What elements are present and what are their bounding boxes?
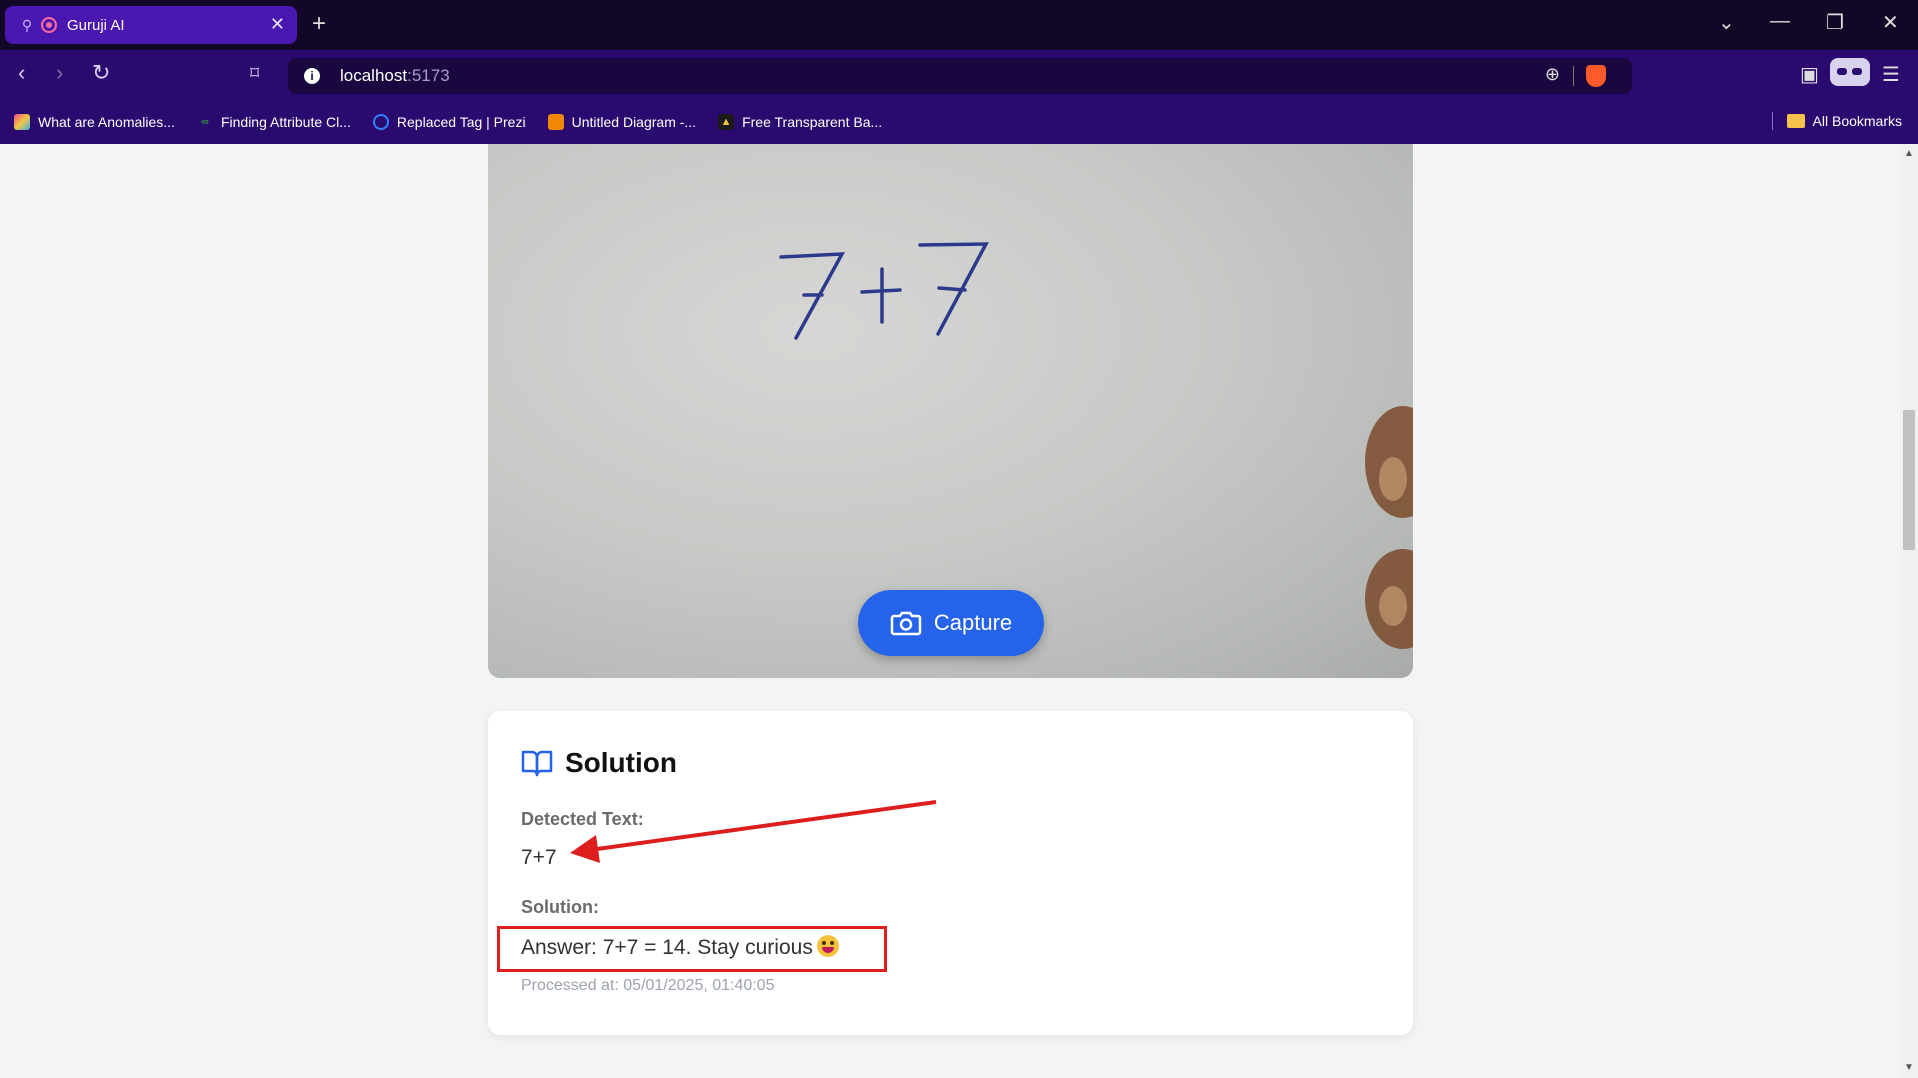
bookmark-icon[interactable]: ⌑ xyxy=(250,63,259,84)
divider xyxy=(1771,112,1773,130)
forward-button[interactable]: › xyxy=(56,60,63,86)
highlight-box xyxy=(497,926,887,972)
tab-bar: ⚲ Guruji AI ✕ + ⌄ — ❐ ✕ xyxy=(0,0,1918,50)
page-scrollbar[interactable]: ▲ ▼ xyxy=(1900,144,1918,1078)
colorful-grid-icon xyxy=(14,114,30,130)
bookmarks-bar: What are Anomalies... ∞ Finding Attribut… xyxy=(0,100,1918,144)
bookmark-item[interactable]: What are Anomalies... xyxy=(14,114,175,130)
all-bookmarks-button[interactable]: All Bookmarks xyxy=(1771,112,1902,130)
tab-title: Guruji AI xyxy=(67,16,125,34)
bookmark-label: Replaced Tag | Prezi xyxy=(396,114,526,130)
solution-label: Solution: xyxy=(521,897,599,917)
bookmark-label: What are Anomalies... xyxy=(38,114,175,130)
bookmark-label: Untitled Diagram -... xyxy=(571,114,697,130)
solution-title: Solution xyxy=(565,747,677,778)
minimize-button[interactable]: — xyxy=(1770,10,1790,33)
tab-search-chevron-icon[interactable]: ⌄ xyxy=(1718,10,1735,35)
capture-label: Capture xyxy=(933,610,1013,635)
close-window-button[interactable]: ✕ xyxy=(1882,10,1899,35)
zoom-icon[interactable]: ⊕ xyxy=(1545,64,1560,85)
bookmark-item[interactable]: ∞ Finding Attribute Cl... xyxy=(197,114,351,130)
prezi-icon xyxy=(372,114,389,130)
page-content: Capture Solution Detected Text: 7+7 Solu… xyxy=(0,144,1900,1078)
site-info-icon[interactable]: i xyxy=(304,68,320,84)
all-bookmarks-label: All Bookmarks xyxy=(1812,113,1902,129)
address-bar[interactable]: i localhost:5173 ⊕ xyxy=(288,58,1632,94)
scroll-up-icon[interactable]: ▲ xyxy=(1904,148,1914,159)
book-icon xyxy=(521,750,553,777)
brave-shields-icon[interactable] xyxy=(1586,65,1606,87)
folder-icon xyxy=(1786,114,1805,128)
bookmark-label: Finding Attribute Cl... xyxy=(220,114,351,130)
close-tab-icon[interactable]: ✕ xyxy=(270,14,285,35)
bookmark-label: Free Transparent Ba... xyxy=(742,114,883,130)
camera-icon xyxy=(890,611,922,636)
triangle-logo-icon: ▲ xyxy=(718,114,735,130)
camera-preview: Capture xyxy=(488,144,1413,678)
scroll-down-icon[interactable]: ▼ xyxy=(1904,1062,1914,1073)
drawio-icon xyxy=(547,114,564,130)
detected-text-value: 7+7 xyxy=(521,846,557,869)
favicon-icon xyxy=(41,17,57,33)
back-button[interactable]: ‹ xyxy=(18,60,25,86)
capture-button[interactable]: Capture xyxy=(858,590,1044,656)
browser-toolbar: ‹ › ↻ ⌑ i localhost:5173 ⊕ ▣ ☰ xyxy=(0,50,1918,100)
solution-header: Solution xyxy=(521,747,677,779)
bookmark-item[interactable]: Replaced Tag | Prezi xyxy=(372,114,526,130)
url-port: :5173 xyxy=(407,66,450,85)
sidebar-toggle-icon[interactable]: ▣ xyxy=(1800,62,1819,87)
scrollbar-thumb[interactable] xyxy=(1903,410,1915,550)
extension-icon: ⚲ xyxy=(21,16,33,33)
menu-icon[interactable]: ☰ xyxy=(1882,62,1900,87)
reader-mode-icon[interactable] xyxy=(1830,58,1870,86)
divider xyxy=(1573,66,1574,86)
restore-button[interactable]: ❐ xyxy=(1826,10,1844,35)
detected-text-label: Detected Text: xyxy=(521,809,644,829)
bookmark-item[interactable]: ▲ Free Transparent Ba... xyxy=(718,114,882,130)
new-tab-button[interactable]: + xyxy=(312,10,326,38)
active-tab[interactable]: ⚲ Guruji AI ✕ xyxy=(5,6,297,44)
url-host: localhost xyxy=(340,66,408,85)
processed-timestamp: Processed at: 05/01/2025, 01:40:05 xyxy=(521,977,775,994)
solution-card: Solution Detected Text: 7+7 Solution: An… xyxy=(488,711,1413,1035)
gfg-icon: ∞ xyxy=(201,116,209,128)
reload-button[interactable]: ↻ xyxy=(92,60,110,86)
bookmark-item[interactable]: Untitled Diagram -... xyxy=(547,114,697,130)
